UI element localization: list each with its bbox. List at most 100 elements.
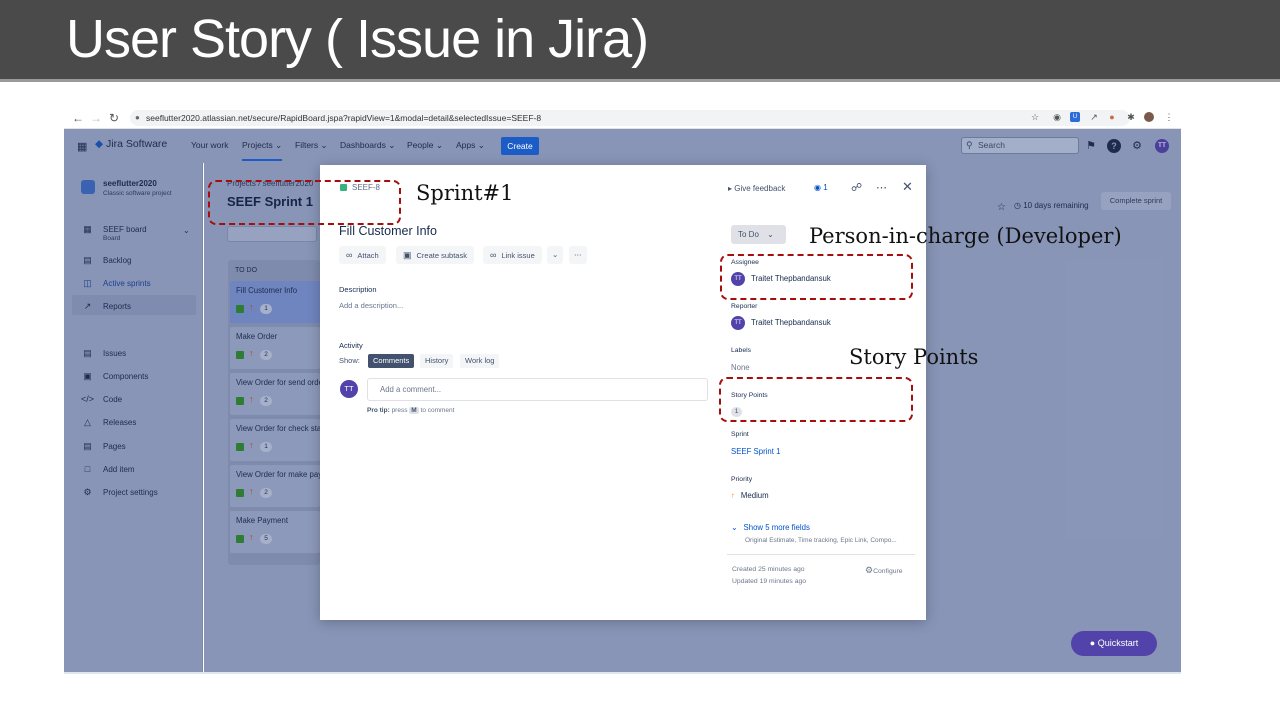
extension-icon[interactable]: ◉ xyxy=(1052,112,1062,122)
project-name[interactable]: seeflutter2020 xyxy=(103,179,157,188)
app-switcher-icon[interactable]: ▦ xyxy=(77,140,87,153)
search-placeholder: Search xyxy=(978,140,1005,150)
nav-filters[interactable]: Filters ⌄ xyxy=(295,140,328,151)
days-remaining-text: 10 days remaining xyxy=(1023,201,1089,210)
sidebar-item-active-sprints[interactable]: ◫ Active sprints xyxy=(81,278,150,289)
board-name: SEEF board xyxy=(103,225,147,234)
back-arrow-icon[interactable]: ← xyxy=(72,111,84,125)
nav-your-work[interactable]: Your work xyxy=(191,140,228,150)
comment-input[interactable]: Add a comment... xyxy=(367,378,708,401)
story-icon xyxy=(236,443,244,451)
configure-button[interactable]: ⚙Configure xyxy=(865,565,903,576)
sidebar-item-backlog[interactable]: ▤ Backlog xyxy=(81,255,131,266)
star-icon[interactable]: ☆ xyxy=(1030,112,1040,122)
tab-work-log[interactable]: Work log xyxy=(460,354,500,368)
extension-icon[interactable]: U xyxy=(1070,112,1080,122)
search-icon: ⚲ xyxy=(966,140,973,150)
search-input[interactable]: ⚲ Search xyxy=(961,137,1079,154)
sidebar-item-pages[interactable]: ▤ Pages xyxy=(81,441,125,452)
sidebar-item-code[interactable]: </> Code xyxy=(81,394,122,404)
user-avatar[interactable]: TT xyxy=(1155,139,1169,153)
puzzle-icon[interactable]: ✱ xyxy=(1126,112,1136,122)
priority-value: Medium xyxy=(740,491,769,500)
done-column xyxy=(1066,259,1163,539)
nav-projects[interactable]: Projects ⌄ xyxy=(242,140,283,161)
help-icon[interactable]: ? xyxy=(1107,139,1121,153)
reporter-label: Reporter xyxy=(731,303,758,310)
issue-card[interactable]: Make Order ↑ 2 xyxy=(230,327,320,369)
sidebar-item-components[interactable]: ▣ Components xyxy=(81,371,148,382)
link-issue-button[interactable]: ∞ Link issue xyxy=(483,246,542,264)
reload-icon[interactable]: ↻ xyxy=(109,111,119,125)
share-icon[interactable]: ☍ xyxy=(851,181,862,194)
chevron-down-icon: ⌄ xyxy=(552,250,559,259)
create-button[interactable]: Create xyxy=(501,137,539,155)
nav-people[interactable]: People ⌄ xyxy=(407,140,443,151)
dropper-icon[interactable]: ↗ xyxy=(1089,112,1099,122)
story-points-badge: 2 xyxy=(260,488,272,498)
menu-dots-icon[interactable]: ⋮ xyxy=(1164,112,1174,122)
issue-card[interactable]: View Order for make payment ↑ 2 xyxy=(230,465,320,507)
sidebar-item-releases[interactable]: △ Releases xyxy=(81,417,136,428)
forward-arrow-icon[interactable]: → xyxy=(90,111,102,125)
priority-field[interactable]: ↑ Medium xyxy=(731,491,769,500)
reporter-avatar: TT xyxy=(731,316,745,330)
status-dropdown[interactable]: To Do ⌄ xyxy=(731,225,786,244)
labels-field[interactable]: None xyxy=(731,363,750,372)
settings-gear-icon[interactable]: ⚙ xyxy=(1130,139,1144,153)
sidebar-item-label: Releases xyxy=(103,418,137,427)
issue-summary[interactable]: Fill Customer Info xyxy=(339,224,437,238)
board-switcher[interactable]: ▦ SEEF board ⌄ xyxy=(81,224,189,235)
show-more-fields-button[interactable]: ⌄ Show 5 more fields xyxy=(731,523,810,532)
address-bar[interactable]: ● seeflutter2020.atlassian.net/secure/Ra… xyxy=(130,110,1130,126)
reporter-field[interactable]: TT Traitet Thepbandansuk xyxy=(731,316,831,330)
story-icon xyxy=(236,305,244,313)
complete-sprint-button[interactable]: Complete sprint xyxy=(1101,192,1171,210)
create-subtask-label: Create subtask xyxy=(416,251,467,260)
issue-card[interactable]: Fill Customer Info ↑ 1 xyxy=(230,281,320,323)
story-points-annotation: Story Points xyxy=(849,345,979,369)
slide-title: User Story ( Issue in Jira) xyxy=(66,9,649,69)
description-label: Description xyxy=(339,285,377,294)
jira-logo[interactable]: ◆ Jira Software xyxy=(95,138,167,150)
tab-comments[interactable]: Comments xyxy=(368,354,415,368)
tab-history[interactable]: History xyxy=(420,354,454,368)
give-feedback-button[interactable]: ▸ Give feedback xyxy=(728,184,785,193)
close-icon[interactable]: ✕ xyxy=(902,179,913,195)
more-actions-icon[interactable]: ⋯ xyxy=(876,181,887,194)
description-input[interactable]: Add a description... xyxy=(339,301,403,310)
issue-card[interactable]: View Order for check status ↑ 1 xyxy=(230,419,320,461)
sidebar-item-label: Code xyxy=(103,395,123,404)
sidebar-item-label: Project settings xyxy=(103,488,158,497)
quickstart-button[interactable]: ● Quickstart xyxy=(1071,631,1157,656)
profile-avatar[interactable] xyxy=(1144,112,1154,122)
extension-icon[interactable]: ● xyxy=(1107,112,1117,122)
board-search-input[interactable] xyxy=(227,226,317,242)
priority-icon: ↑ xyxy=(249,302,254,312)
attach-button[interactable]: ∞ Attach xyxy=(339,246,386,264)
page-icon: ▤ xyxy=(83,441,92,451)
issue-card[interactable]: Make Payment ↑ 5 xyxy=(230,511,320,553)
priority-icon: ↑ xyxy=(249,348,254,358)
sidebar-item-issues[interactable]: ▤ Issues xyxy=(81,348,126,359)
person-annotation: Person-in-charge (Developer) xyxy=(809,224,1122,248)
nav-apps[interactable]: Apps ⌄ xyxy=(456,140,485,151)
sidebar-item-project-settings[interactable]: ⚙ Project settings xyxy=(81,487,158,498)
notifications-icon[interactable]: ⚑ xyxy=(1084,139,1098,153)
nav-projects-label: Projects xyxy=(242,140,273,150)
sidebar-item-add-item[interactable]: □ Add item xyxy=(81,464,135,474)
sidebar-item-reports[interactable]: ↗ Reports xyxy=(81,301,131,312)
create-subtask-button[interactable]: ▣ Create subtask xyxy=(396,246,474,264)
more-button[interactable]: ⋯ xyxy=(569,246,587,264)
card-title: View Order for make payment xyxy=(236,470,320,479)
status-label: To Do xyxy=(738,230,759,239)
star-icon[interactable]: ☆ xyxy=(997,202,1006,213)
sprint-days-remaining: ◷ 10 days remaining xyxy=(1014,201,1089,210)
activity-label: Activity xyxy=(339,341,363,350)
protip-rest: to comment xyxy=(420,407,455,414)
issue-card[interactable]: View Order for send order ↑ 2 xyxy=(230,373,320,415)
watch-button[interactable]: ◉ 1 xyxy=(814,183,828,192)
nav-dashboards[interactable]: Dashboards ⌄ xyxy=(340,140,395,151)
link-issue-dropdown[interactable]: ⌄ xyxy=(547,246,564,264)
sprint-field[interactable]: SEEF Sprint 1 xyxy=(731,447,780,456)
